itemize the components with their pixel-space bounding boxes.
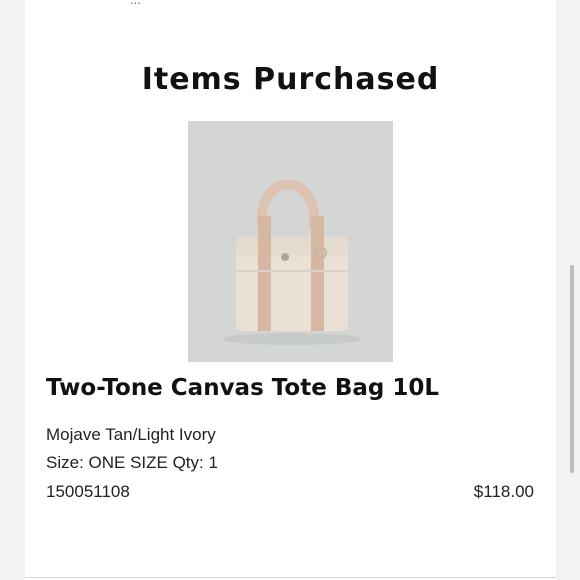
purchased-items-card: ... Items Purchased Two-Tone Canvas Tote…: [25, 0, 556, 580]
product-price: $118.00: [473, 482, 534, 501]
product-color: Mojave Tan/Light Ivory: [46, 425, 216, 444]
product-size-qty: Size: ONE SIZE Qty: 1: [46, 453, 218, 472]
product-sku: 150051108: [46, 482, 130, 501]
section-title: Items Purchased: [141, 62, 440, 97]
previous-content-cutoff: ...: [130, 0, 141, 7]
scrollbar[interactable]: [570, 265, 574, 473]
product-name: Two-Tone Canvas Tote Bag 10L: [46, 375, 439, 401]
product-image[interactable]: [188, 121, 393, 362]
tote-bag-illustration: [188, 121, 393, 362]
bottom-divider: [25, 577, 556, 578]
